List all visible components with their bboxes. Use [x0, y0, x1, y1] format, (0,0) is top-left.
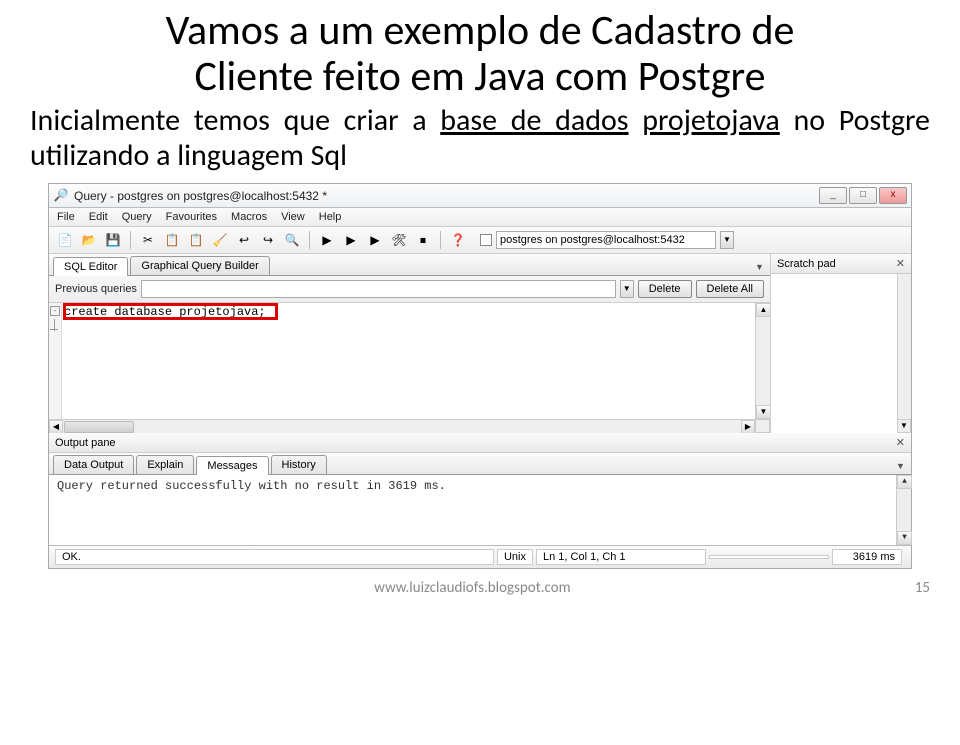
paste-icon[interactable]: 📋	[186, 230, 206, 250]
titlebar[interactable]: 🔎 Query - postgres on postgres@localhost…	[49, 184, 911, 208]
menu-file[interactable]: File	[57, 211, 75, 223]
execute-icon[interactable]: ▶	[317, 230, 337, 250]
connection-dropdown-icon[interactable]: ▼	[720, 231, 734, 249]
tab-explain[interactable]: Explain	[136, 455, 194, 474]
output-pane-header: Output pane ✕	[49, 433, 911, 453]
tab-history[interactable]: History	[271, 455, 327, 474]
menubar: File Edit Query Favourites Macros View H…	[49, 208, 911, 227]
slide-title: Vamos a um exemplo de Cadastro de Client…	[0, 0, 960, 100]
explain-icon[interactable]: 🛠	[389, 230, 409, 250]
scratch-vscrollbar[interactable]	[897, 274, 911, 421]
previous-queries-row: Previous queries ▼ Delete Delete All	[49, 276, 770, 303]
save-icon[interactable]: 💾	[103, 230, 123, 250]
connection-checkbox[interactable]	[480, 234, 492, 246]
slide-subtitle: Inicialmente temos que criar a base de d…	[0, 100, 960, 183]
status-rows	[709, 555, 829, 559]
output-pane-title: Output pane	[55, 437, 116, 449]
previous-queries-label: Previous queries	[55, 283, 137, 295]
editor-vscrollbar[interactable]: ▲▼	[755, 303, 770, 419]
footer-page: 15	[915, 579, 930, 597]
output-pane-close-icon[interactable]: ✕	[896, 436, 905, 449]
menu-view[interactable]: View	[281, 211, 305, 223]
separator	[440, 231, 441, 249]
cut-icon[interactable]: ✂	[138, 230, 158, 250]
cancel-icon[interactable]: ⏹	[413, 230, 433, 250]
editor-tabs: SQL Editor Graphical Query Builder ▼	[49, 254, 770, 276]
status-message: OK.	[55, 549, 494, 565]
editor-hscrollbar[interactable]: ◀▶	[49, 419, 755, 433]
editor-code[interactable]: create database projetojava;	[64, 305, 266, 319]
menu-favourites[interactable]: Favourites	[166, 211, 217, 223]
sql-editor[interactable]: - create database projetojava; ▲▼ ◀▶	[49, 303, 770, 433]
previous-queries-dropdown-icon[interactable]: ▼	[620, 280, 634, 298]
fold-toggle-icon[interactable]: -	[50, 306, 60, 316]
scratchpad-title: Scratch pad	[777, 258, 836, 270]
slide-footer: www.luizclaudiofs.blogspot.com 15	[0, 569, 960, 597]
find-icon[interactable]: 🔍	[282, 230, 302, 250]
new-icon[interactable]: 📄	[55, 230, 75, 250]
separator	[130, 231, 131, 249]
scratchpad-header: Scratch pad ✕	[771, 254, 911, 274]
menu-query[interactable]: Query	[122, 211, 152, 223]
open-icon[interactable]: 📂	[79, 230, 99, 250]
output-tabs: Data Output Explain Messages History ▼	[49, 453, 911, 475]
tab-graphical-query-builder[interactable]: Graphical Query Builder	[130, 256, 269, 275]
tab-messages[interactable]: Messages	[196, 456, 268, 475]
output-text: Query returned successfully with no resu…	[57, 479, 446, 493]
close-button[interactable]: x	[879, 187, 907, 204]
menu-edit[interactable]: Edit	[89, 211, 108, 223]
scratchpad-close-icon[interactable]: ✕	[896, 257, 905, 270]
tab-data-output[interactable]: Data Output	[53, 455, 134, 474]
scrollbar-thumb[interactable]	[64, 421, 134, 433]
menu-help[interactable]: Help	[319, 211, 342, 223]
output-vscrollbar[interactable]: ▲▼	[896, 475, 911, 545]
execute-pgscript-icon[interactable]: ▶	[341, 230, 361, 250]
menu-macros[interactable]: Macros	[231, 211, 267, 223]
app-window: 🔎 Query - postgres on postgres@localhost…	[48, 183, 912, 569]
status-position: Ln 1, Col 1, Ch 1	[536, 549, 706, 565]
output-messages[interactable]: Query returned successfully with no resu…	[49, 475, 911, 545]
tab-sql-editor[interactable]: SQL Editor	[53, 257, 128, 276]
window-title: Query - postgres on postgres@localhost:5…	[74, 189, 819, 203]
scroll-down-icon[interactable]: ▼	[897, 419, 911, 433]
delete-all-button[interactable]: Delete All	[696, 280, 764, 298]
app-icon: 🔎	[53, 188, 69, 204]
help-icon[interactable]: ❓	[448, 230, 468, 250]
toolbar: 📄 📂 💾 ✂ 📋 📋 🧹 ↩ ↪ 🔍 ▶ ▶ ▶ 🛠 ⏹ ❓ ▼	[49, 227, 911, 254]
redo-icon[interactable]: ↪	[258, 230, 278, 250]
editor-gutter	[49, 303, 62, 419]
undo-icon[interactable]: ↩	[234, 230, 254, 250]
previous-queries-select[interactable]	[141, 280, 616, 298]
minimize-button[interactable]: _	[819, 187, 847, 204]
output-tabs-collapse-icon[interactable]: ▼	[893, 458, 907, 474]
statusbar: OK. Unix Ln 1, Col 1, Ch 1 3619 ms	[49, 545, 911, 568]
copy-icon[interactable]: 📋	[162, 230, 182, 250]
status-time: 3619 ms	[832, 549, 902, 565]
delete-button[interactable]: Delete	[638, 280, 692, 298]
execute-file-icon[interactable]: ▶	[365, 230, 385, 250]
clear-icon[interactable]: 🧹	[210, 230, 230, 250]
maximize-button[interactable]: □	[849, 187, 877, 204]
separator	[309, 231, 310, 249]
tabs-collapse-icon[interactable]: ▼	[752, 259, 766, 275]
connection-combo[interactable]	[496, 231, 716, 249]
scratchpad[interactable]: ▲ ▼	[771, 274, 911, 433]
status-os: Unix	[497, 549, 533, 565]
footer-url: www.luizclaudiofs.blogspot.com	[30, 579, 915, 597]
